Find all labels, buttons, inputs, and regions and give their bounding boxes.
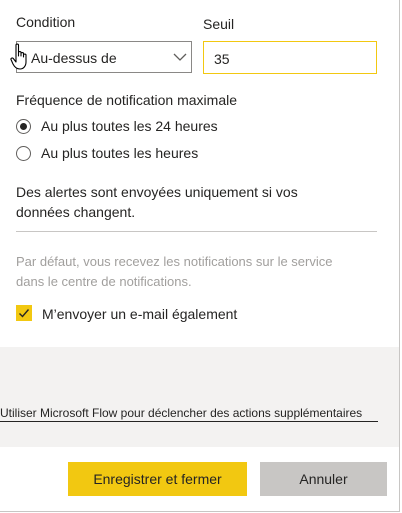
cancel-button[interactable]: Annuler: [260, 462, 387, 496]
radio-every-hour-label[interactable]: Au plus toutes les heures: [41, 143, 198, 164]
threshold-value: 35: [214, 51, 230, 67]
email-checkbox[interactable]: [16, 305, 32, 321]
microsoft-flow-link[interactable]: Utiliser Microsoft Flow pour déclencher …: [0, 405, 378, 422]
email-checkbox-label[interactable]: M’envoyer un e-mail également: [42, 304, 237, 325]
chevron-down-icon: [173, 53, 187, 61]
checkmark-icon: [19, 309, 30, 318]
alert-settings-panel: Condition Au-dessus de Seuil 35 Fréquenc…: [0, 0, 400, 512]
radio-every-24-hours[interactable]: [16, 119, 31, 134]
hand-cursor-icon: [10, 43, 27, 70]
frequency-label: Fréquence de notification maximale: [16, 92, 238, 108]
radio-every-hour[interactable]: [16, 146, 31, 161]
radio-every-24-hours-label[interactable]: Au plus toutes les 24 heures: [41, 116, 218, 137]
default-info-line-1: Par défaut, vous recevez les notificatio…: [16, 254, 333, 269]
save-and-close-label: Enregistrer et fermer: [93, 471, 222, 487]
radio-selected-dot: [20, 123, 27, 130]
threshold-label: Seuil: [203, 16, 235, 32]
condition-dropdown[interactable]: Au-dessus de: [16, 41, 192, 73]
divider: [16, 231, 377, 232]
condition-label: Condition: [16, 14, 76, 30]
flow-section: [0, 347, 399, 447]
condition-selected-value: Au-dessus de: [31, 50, 117, 66]
cancel-label: Annuler: [299, 471, 348, 487]
alert-info-line-2: données changent.: [16, 204, 136, 220]
save-and-close-button[interactable]: Enregistrer et fermer: [68, 462, 247, 496]
alert-info-line-1: Des alertes sont envoyées uniquement si …: [16, 184, 298, 200]
microsoft-flow-link-text: Utiliser Microsoft Flow pour déclencher …: [0, 406, 363, 420]
default-info-line-2: dans le centre de notifications.: [16, 274, 192, 289]
threshold-input[interactable]: 35: [203, 41, 377, 74]
